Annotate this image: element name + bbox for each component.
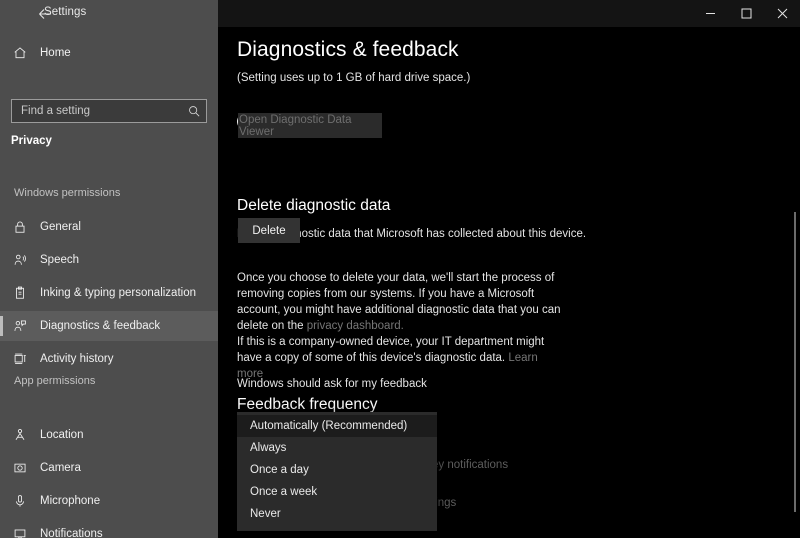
open-diagnostic-data-viewer-button[interactable]: Open Diagnostic Data Viewer — [238, 113, 382, 138]
window-title: Settings — [44, 6, 87, 18]
delete-paragraph-2-text: If this is a company-owned device, your … — [237, 336, 545, 364]
lock-icon — [0, 220, 40, 234]
dropdown-option-once-a-day[interactable]: Once a day — [237, 459, 437, 481]
dropdown-option-always[interactable]: Always — [237, 437, 437, 459]
speech-person-icon — [0, 253, 40, 267]
dropdown-option-never[interactable]: Never — [237, 503, 437, 525]
sidebar-item-notifications-label: Notifications — [40, 528, 103, 538]
camera-icon — [0, 461, 40, 475]
sidebar-item-microphone-label: Microphone — [40, 495, 101, 507]
delete-section-description: Delete diagnostic data that Microsoft ha… — [237, 228, 587, 240]
delete-paragraph-1: Once you choose to delete your data, we'… — [237, 270, 562, 334]
background-link-notifications[interactable]: ey notifications — [432, 459, 508, 471]
search-input[interactable] — [12, 105, 182, 117]
maximize-icon[interactable] — [728, 0, 764, 27]
title-bar: Settings — [0, 0, 800, 27]
delete-section-heading: Delete diagnostic data — [237, 197, 391, 214]
sidebar-item-location-label: Location — [40, 429, 84, 441]
microphone-icon — [0, 494, 40, 508]
minimize-icon[interactable] — [692, 0, 728, 27]
home-icon — [0, 46, 40, 60]
page-title: Diagnostics & feedback — [237, 38, 459, 61]
sidebar-item-home-label: Home — [40, 47, 71, 59]
search-box[interactable] — [11, 99, 207, 123]
sidebar-section-title: Privacy — [11, 135, 52, 147]
close-icon[interactable] — [764, 0, 800, 27]
sidebar-item-microphone[interactable]: Microphone — [0, 486, 218, 516]
sidebar-item-camera[interactable]: Camera — [0, 453, 218, 483]
sidebar-group-heading-app-permissions: App permissions — [14, 375, 96, 387]
privacy-dashboard-link[interactable]: privacy dashboard. — [307, 320, 404, 332]
dropdown-option-once-a-week[interactable]: Once a week — [237, 481, 437, 503]
window-controls — [692, 0, 800, 27]
sidebar-item-notifications[interactable]: Notifications — [0, 519, 218, 538]
search-icon — [182, 105, 206, 117]
sidebar-item-speech[interactable]: Speech — [0, 245, 218, 275]
title-bar-left — [0, 0, 218, 27]
feedback-frequency-label: Windows should ask for my feedback — [237, 378, 427, 390]
sidebar-item-general[interactable]: General — [0, 212, 218, 242]
sidebar-item-activity-history[interactable]: Activity history — [0, 344, 218, 374]
sidebar-item-activity-history-label: Activity history — [40, 353, 114, 365]
sidebar-item-diagnostics-feedback-label: Diagnostics & feedback — [40, 320, 161, 332]
sidebar-item-inking-typing[interactable]: Inking & typing personalization — [0, 278, 218, 308]
clipboard-pen-icon — [0, 286, 40, 300]
main-scrollbar[interactable] — [794, 212, 796, 512]
sidebar-item-home[interactable]: Home — [0, 40, 218, 66]
delete-button[interactable]: Delete — [238, 218, 300, 243]
person-feedback-icon — [0, 319, 40, 333]
sidebar: Home Privacy Windows permissions General — [0, 27, 218, 538]
feedback-frequency-dropdown[interactable]: Automatically (Recommended) Always Once … — [237, 412, 437, 531]
sidebar-item-general-label: General — [40, 221, 81, 233]
sidebar-item-diagnostics-feedback[interactable]: Diagnostics & feedback — [0, 311, 218, 341]
settings-window: Settings Home Find a setting Privacy Win… — [0, 0, 800, 538]
delete-paragraph-2: If this is a company-owned device, your … — [237, 334, 549, 382]
sidebar-item-camera-label: Camera — [40, 462, 81, 474]
sidebar-item-speech-label: Speech — [40, 254, 80, 266]
sidebar-item-inking-typing-label: Inking & typing personalization — [40, 287, 196, 299]
storage-note: (Setting uses up to 1 GB of hard drive s… — [237, 72, 471, 84]
dropdown-option-automatically[interactable]: Automatically (Recommended) — [237, 415, 437, 437]
activity-history-icon — [0, 352, 40, 366]
location-pin-icon — [0, 428, 40, 442]
sidebar-group-heading-windows-permissions: Windows permissions — [14, 187, 121, 199]
sidebar-item-location[interactable]: Location — [0, 420, 218, 450]
notification-bell-icon — [0, 527, 40, 538]
